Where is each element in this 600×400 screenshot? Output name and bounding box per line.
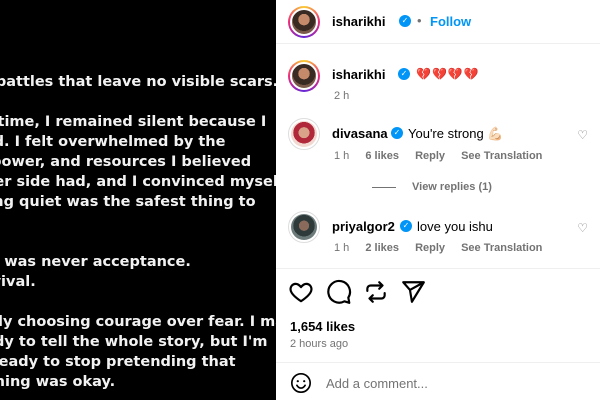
separator-dot: • [417,13,422,28]
post-header: isharikhi ✓ • Follow [276,0,600,44]
comment-likes[interactable]: 2 likes [365,242,399,254]
comment-meta: 1 h 2 likes Reply See Translation [334,242,555,254]
post-detail-panel: isharikhi ✓ • Follow isharikhi ✓ 💔💔💔💔 2 … [276,0,600,400]
caption-username[interactable]: isharikhi [332,67,385,82]
post-timestamp: 2 hours ago [290,338,349,350]
caption-avatar[interactable] [288,60,320,92]
view-replies-button[interactable]: View replies (1) [372,181,492,193]
reply-button[interactable]: Reply [415,242,445,254]
verified-icon: ✓ [391,127,403,139]
post-likes-count[interactable]: 1,654 likes [290,319,355,334]
repost-icon[interactable] [363,279,389,305]
comment-avatar[interactable] [288,118,320,150]
share-send-icon[interactable] [400,279,426,305]
like-comment-icon[interactable]: ♡ [577,128,588,142]
like-heart-icon[interactable] [288,279,314,305]
comment-avatar[interactable] [288,211,320,243]
verified-icon: ✓ [400,220,412,232]
add-comment-bar [276,362,600,400]
follow-button[interactable]: Follow [430,14,471,29]
post-image-text: re are battles that leave no visible sca… [0,74,276,390]
see-translation-link[interactable]: See Translation [461,150,542,162]
verified-icon: ✓ [399,15,411,27]
caption-time: 2 h [334,90,350,102]
post-image: re are battles that leave no visible sca… [0,0,276,400]
author-avatar[interactable] [288,6,320,38]
replies-divider [372,186,396,188]
comment-text: love you ishu [417,219,493,234]
comment-username[interactable]: divasana [332,126,388,141]
comment-likes[interactable]: 6 likes [365,150,399,162]
comment-input[interactable] [326,373,556,393]
like-comment-icon[interactable]: ♡ [577,221,588,235]
caption-text: 💔💔💔💔 [416,67,480,81]
comment-text: You're strong 💪🏻 [408,126,504,141]
comment-bubble-icon[interactable] [326,279,352,305]
comment-time: 1 h [334,242,350,254]
author-username[interactable]: isharikhi [332,14,385,29]
comment-username[interactable]: priyalgor2 [332,219,395,234]
comment-meta: 1 h 6 likes Reply See Translation [334,150,555,162]
post-actions [276,268,600,312]
view-replies-label: View replies (1) [412,181,492,193]
emoji-icon[interactable] [290,372,312,394]
verified-icon: ✓ [398,68,410,80]
see-translation-link[interactable]: See Translation [461,242,542,254]
comment-time: 1 h [334,150,350,162]
reply-button[interactable]: Reply [415,150,445,162]
